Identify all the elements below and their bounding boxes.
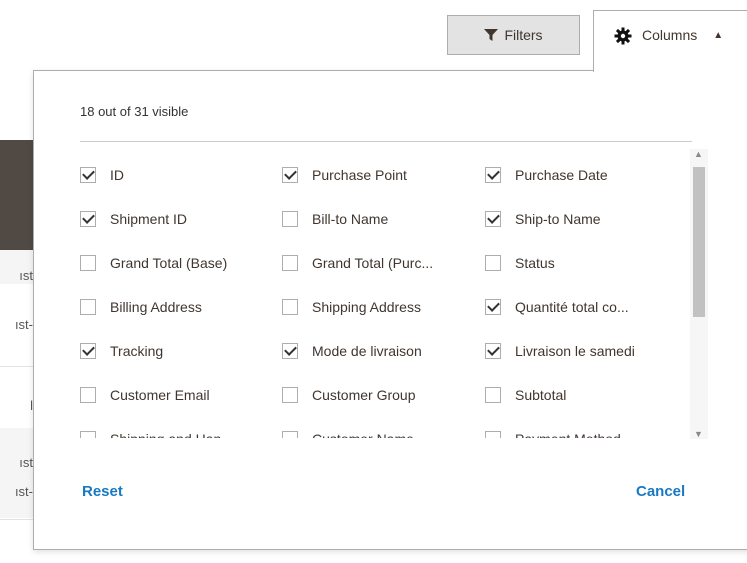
column-option[interactable]: Tracking: [80, 329, 282, 373]
column-checkbox[interactable]: [282, 299, 298, 315]
column-option[interactable]: Bill-to Name: [282, 197, 485, 241]
columns-grid: ID Purchase Point Purchase Date Shipment ID…: [80, 153, 698, 438]
scroll-thumb[interactable]: [693, 167, 705, 317]
column-option[interactable]: Customer Email: [80, 373, 282, 417]
column-checkbox[interactable]: [485, 431, 501, 438]
column-option-label: Tracking: [110, 343, 164, 359]
grid-cell-text: ıst-: [14, 484, 33, 499]
visible-count-label: 18 out of 31 visible: [80, 104, 189, 119]
column-option-label: Shipping and Han...: [110, 431, 233, 438]
column-option-label: Bill-to Name: [312, 211, 389, 227]
column-checkbox[interactable]: [80, 431, 96, 438]
column-option-label: Purchase Point: [312, 167, 407, 183]
column-checkbox[interactable]: [282, 343, 298, 359]
column-checkbox[interactable]: [485, 255, 501, 271]
column-option-label: Subtotal: [515, 387, 567, 403]
column-option[interactable]: Shipment ID: [80, 197, 282, 241]
caret-up-icon: ▲: [713, 30, 724, 41]
column-option[interactable]: Status: [485, 241, 688, 285]
column-option[interactable]: Purchase Date: [485, 153, 688, 197]
column-option-label: Livraison le samedi: [515, 343, 635, 359]
scroll-up-icon[interactable]: ▲: [694, 149, 703, 159]
grid-cell-text: ıst-: [14, 317, 33, 332]
column-checkbox[interactable]: [282, 255, 298, 271]
column-option[interactable]: Ship-to Name: [485, 197, 688, 241]
column-checkbox[interactable]: [282, 431, 298, 438]
column-option[interactable]: Mode de livraison: [282, 329, 485, 373]
column-option-label: Quantité total co...: [515, 299, 629, 315]
columns-panel: 18 out of 31 visible ID Purchase Point Pur…: [33, 70, 747, 550]
column-checkbox[interactable]: [485, 299, 501, 315]
filters-button[interactable]: Filters: [447, 15, 580, 55]
column-option[interactable]: Grand Total (Base): [80, 241, 282, 285]
column-option-label: Mode de livraison: [312, 343, 422, 359]
reset-button[interactable]: Reset: [82, 483, 123, 500]
grid-cell-text: l: [30, 398, 33, 413]
columns-list[interactable]: ID Purchase Point Purchase Date Shipment ID…: [80, 153, 698, 438]
column-option-label: Grand Total (Base): [110, 255, 228, 271]
column-checkbox[interactable]: [485, 211, 501, 227]
column-option[interactable]: Payment Method: [485, 417, 688, 438]
panel-divider: [80, 141, 692, 142]
column-option-label: ID: [110, 167, 124, 183]
cancel-button[interactable]: Cancel: [636, 483, 685, 500]
column-option-label: Shipping Address: [312, 299, 421, 315]
filters-label: Filters: [504, 27, 543, 43]
column-checkbox[interactable]: [485, 167, 501, 183]
column-checkbox[interactable]: [485, 387, 501, 403]
column-option[interactable]: Customer Group: [282, 373, 485, 417]
column-checkbox[interactable]: [80, 167, 96, 183]
column-option[interactable]: ID: [80, 153, 282, 197]
column-option[interactable]: Billing Address: [80, 285, 282, 329]
column-checkbox[interactable]: [80, 387, 96, 403]
column-option-label: Customer Name: [312, 431, 414, 438]
column-checkbox[interactable]: [80, 343, 96, 359]
column-option[interactable]: Grand Total (Purc...: [282, 241, 485, 285]
column-checkbox[interactable]: [282, 167, 298, 183]
column-option-label: Status: [515, 255, 555, 271]
column-option-label: Grand Total (Purc...: [312, 255, 434, 271]
columns-button[interactable]: Columns ▲: [593, 10, 747, 72]
column-option[interactable]: Quantité total co...: [485, 285, 688, 329]
column-checkbox[interactable]: [282, 211, 298, 227]
funnel-icon: [484, 28, 499, 42]
grid-cell-text: ıst: [19, 455, 33, 470]
column-option[interactable]: Shipping Address: [282, 285, 485, 329]
column-option-label: Payment Method: [515, 431, 621, 438]
column-checkbox[interactable]: [80, 255, 96, 271]
page: ıst ıst- l ıst ıst- Filters Columns ▲ 18…: [0, 0, 747, 563]
column-option[interactable]: Shipping and Han...: [80, 417, 282, 438]
column-checkbox[interactable]: [80, 299, 96, 315]
column-option-label: Billing Address: [110, 299, 202, 315]
column-option[interactable]: Purchase Point: [282, 153, 485, 197]
grid-dark-header: [0, 140, 34, 256]
column-option-label: Ship-to Name: [515, 211, 601, 227]
grid-cell-text: ıst: [19, 268, 33, 283]
columns-label: Columns: [642, 27, 698, 43]
column-option-label: Shipment ID: [110, 211, 188, 227]
column-option-label: Purchase Date: [515, 167, 608, 183]
scrollbar[interactable]: ▲ ▼: [690, 149, 708, 439]
column-option-label: Customer Group: [312, 387, 416, 403]
column-checkbox[interactable]: [80, 211, 96, 227]
column-checkbox[interactable]: [485, 343, 501, 359]
column-option[interactable]: Livraison le samedi: [485, 329, 688, 373]
gear-icon: [614, 27, 632, 45]
column-option-label: Customer Email: [110, 387, 210, 403]
column-option[interactable]: Customer Name: [282, 417, 485, 438]
column-checkbox[interactable]: [282, 387, 298, 403]
column-option[interactable]: Subtotal: [485, 373, 688, 417]
scroll-down-icon[interactable]: ▼: [694, 429, 703, 439]
